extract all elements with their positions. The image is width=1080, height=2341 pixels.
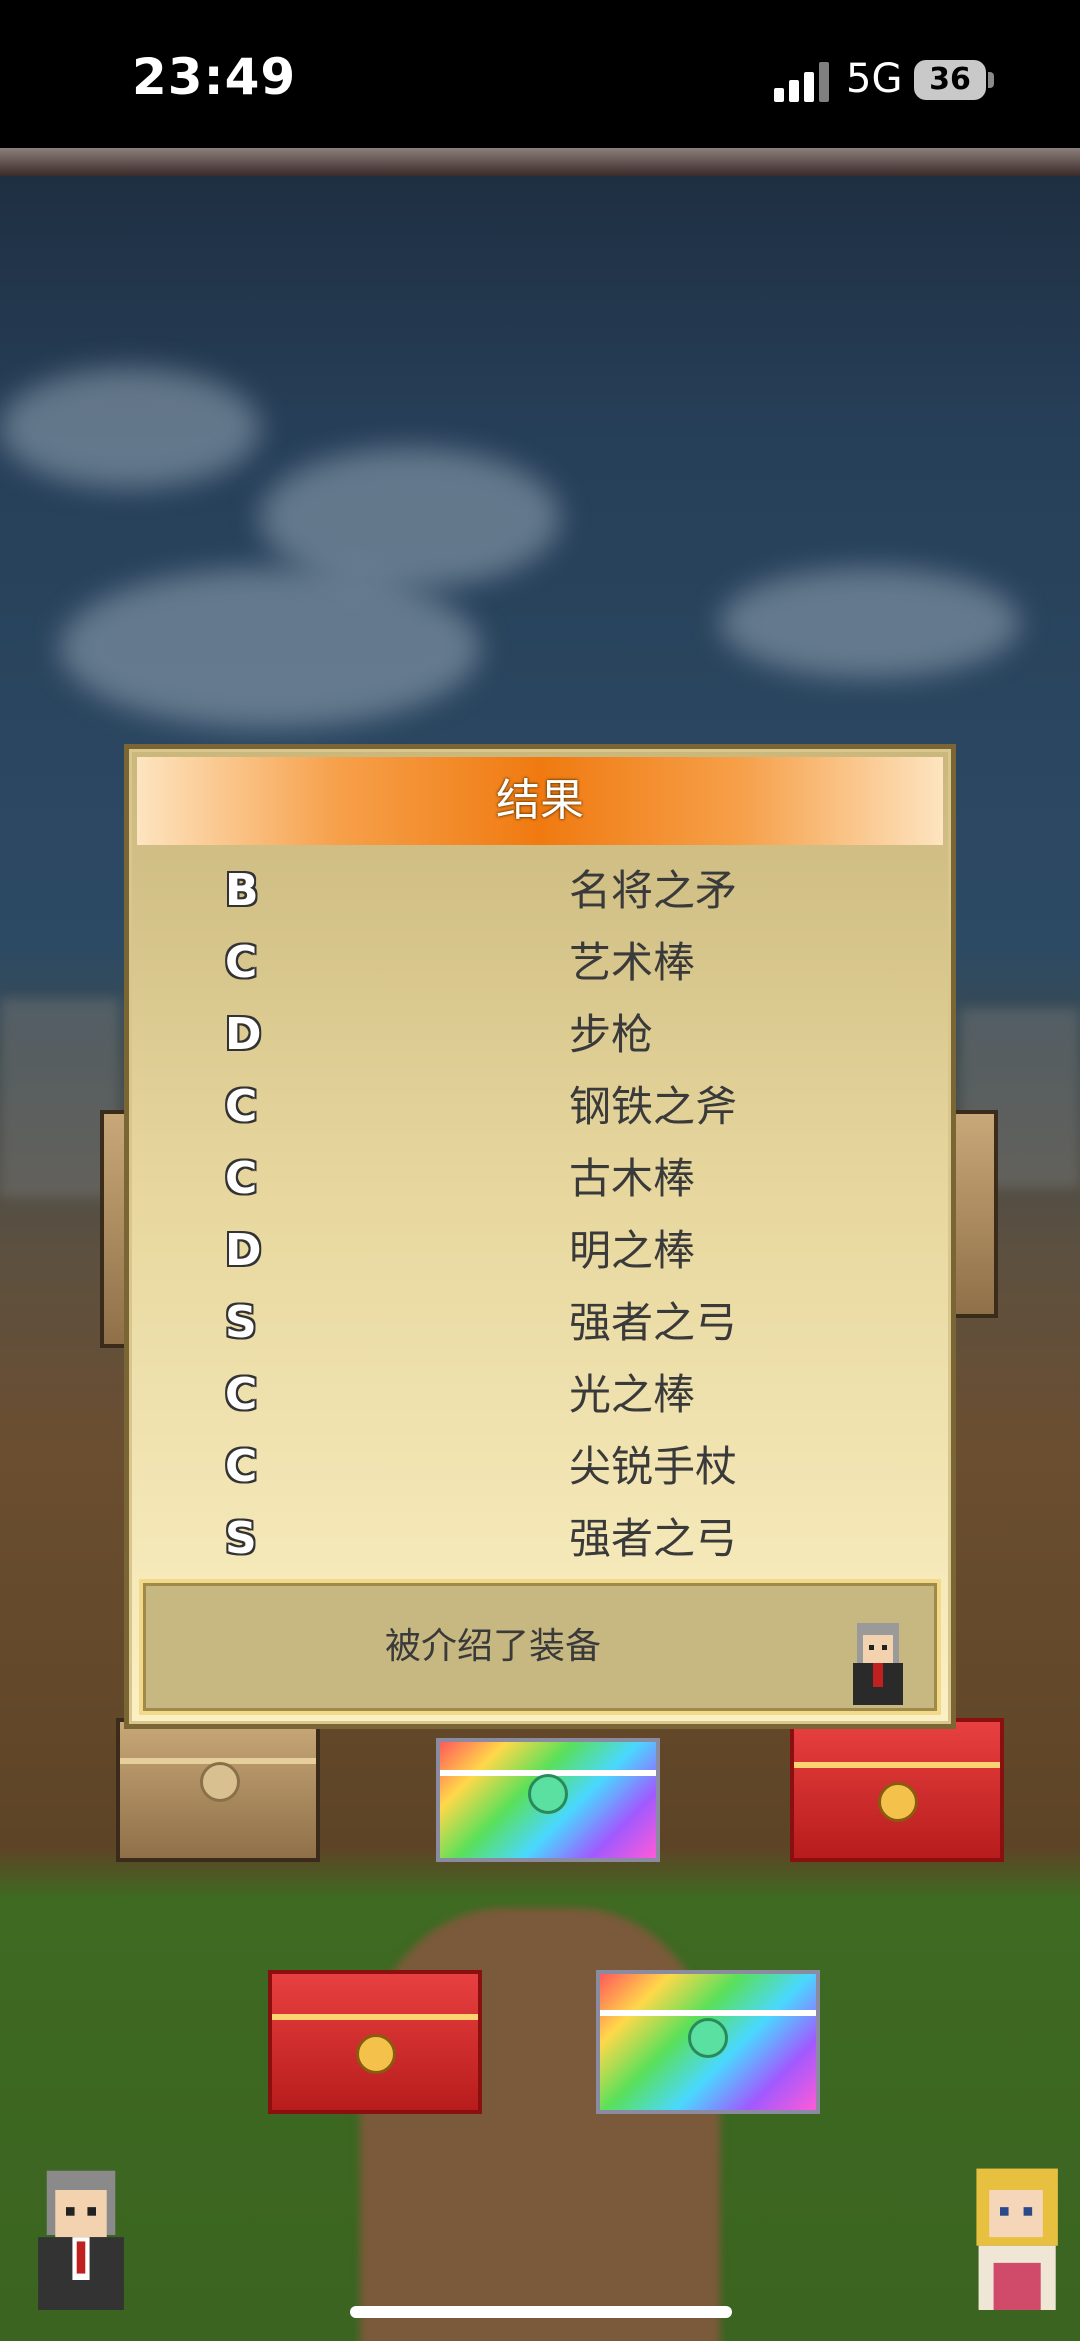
girl-character-icon [976,2168,1058,2310]
lock-icon [528,1774,568,1814]
wooden-chest[interactable] [950,1110,998,1318]
result-row: S 强者之弓 [129,1503,951,1575]
result-grade: B [225,865,259,916]
rainbow-chest[interactable] [436,1738,660,1862]
dialog-header: 结果 [137,757,943,845]
result-grade: S [225,1297,257,1348]
status-bar: 23:49 5G 36 [0,0,1080,148]
cloud-decoration [0,368,260,488]
chest-lid [272,2014,478,2020]
result-row: C 艺术棒 [129,927,951,999]
lock-icon [688,2018,728,2058]
lock-icon [878,1782,918,1822]
result-row: C 尖锐手杖 [129,1431,951,1503]
result-grade: C [225,1441,258,1492]
scene-top-border [0,148,1080,176]
result-grade: C [225,1081,258,1132]
battery-icon: 36 [914,60,986,100]
result-item: 尖锐手杖 [569,1442,738,1491]
result-row: C 钢铁之斧 [129,1071,951,1143]
home-indicator[interactable] [350,2306,732,2318]
result-row: C 光之棒 [129,1359,951,1431]
result-item: 强者之弓 [569,1514,738,1563]
chest-lid [600,2010,816,2016]
result-item: 步枪 [569,1010,654,1059]
result-row: D 步枪 [129,999,951,1071]
result-grade: D [225,1225,262,1276]
message-text: 被介绍了装备 [384,1626,601,1667]
result-grade: C [225,1153,258,1204]
result-item: 钢铁之斧 [569,1082,738,1131]
result-item: 名将之矛 [569,866,738,915]
message-box[interactable]: 被介绍了装备 [139,1579,941,1715]
dialog-title: 结果 [496,775,584,826]
result-grade: S [225,1513,257,1564]
result-row: D 明之棒 [129,1215,951,1287]
status-time: 23:49 [132,48,297,106]
result-item: 古木棒 [569,1154,696,1203]
red-chest[interactable] [790,1718,1004,1862]
old-man-character-icon [38,2170,124,2310]
result-item: 艺术棒 [569,938,696,987]
wooden-chest[interactable] [116,1718,320,1862]
advisor-character-icon [853,1623,903,1705]
chest-lid [794,1762,1000,1768]
rainbow-chest[interactable] [596,1970,820,2114]
result-grade: C [225,937,258,988]
result-row: B 名将之矛 [129,855,951,927]
lock-icon [356,2034,396,2074]
result-row: S 强者之弓 [129,1287,951,1359]
result-grade: C [225,1369,258,1420]
result-grade: D [225,1009,262,1060]
lock-icon [200,1762,240,1802]
red-chest[interactable] [268,1970,482,2114]
cloud-decoration [720,568,1020,678]
network-type: 5G [846,56,903,102]
results-dialog: 结果 B 名将之矛 C 艺术棒 D 步枪 C 钢铁之斧 C 古木棒 D 明之棒 … [124,744,956,1729]
cellular-signal-icon [774,62,832,102]
cloud-decoration [260,448,560,588]
battery-tip [988,72,994,88]
result-item: 明之棒 [569,1226,696,1275]
result-item: 强者之弓 [569,1298,738,1347]
cloud-decoration [60,568,480,728]
result-item: 光之棒 [569,1370,696,1419]
result-row: C 古木棒 [129,1143,951,1215]
